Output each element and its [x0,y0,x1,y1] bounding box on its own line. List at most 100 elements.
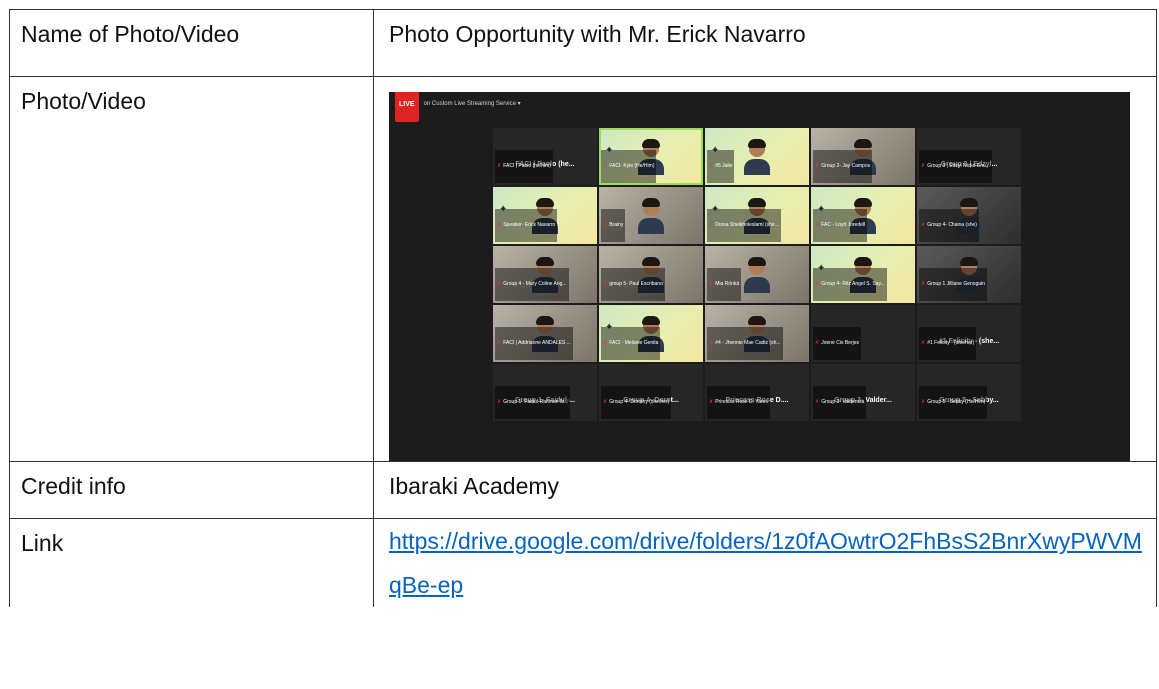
participant-video [638,198,664,234]
muted-mic-icon: ✗ [603,281,608,287]
participant-tile: ✦ ✗ FAC - Loyd Joredell [811,187,915,244]
participant-name: group 5- Paul Escribano [609,281,663,287]
participant-caption: ✗ Mia Rönkä [707,268,742,301]
participant-tile: ✗ Group 2- Jay Campos [811,128,915,185]
stream-text: on Custom Live Streaming Service ▾ [423,100,521,107]
participant-caption: ✗ #1 Felicity - (she/her) [919,327,977,360]
muted-mic-icon: ✗ [815,163,820,169]
participant-tile: ✦ ✗ FACI - Melanie Genita [599,305,703,362]
muted-mic-icon: ✗ [603,340,608,346]
participant-name: Group 4- Ritz Angel S. Say... [821,281,885,287]
participant-name: Princess Rose D. Yares [715,399,768,405]
muted-mic-icon: ✗ [497,281,502,287]
participant-caption: ✗ FACI | Addrianne ANDALES ... [495,327,573,360]
participant-tile: ✗ group 5- Paul Escribano [599,246,703,303]
muted-mic-icon: ✗ [921,340,926,346]
participant-caption: ✗ Group 4- Ritz Angel S. Say... [813,268,887,301]
participant-caption: ✗ #5 Jaile [707,150,735,183]
participant-caption: ✗ Group 4- Dorothy (she/her) [601,386,672,419]
video-call-screenshot: LIVE on Custom Live Streaming Service ▾ … [389,92,1130,461]
participant-name: FACI | Paolo (he/him) [503,163,551,169]
participant-name: Group 4- Chaina (she) [927,222,977,228]
row-credit: Credit info Ibaraki Academy [9,461,1157,519]
muted-mic-icon: ✗ [921,222,926,228]
participant-tile: #1 Felicity - (she... ✗ #1 Felicity - (she… [917,305,1021,362]
muted-mic-icon: ✗ [497,399,502,405]
value-link: https://drive.google.com/drive/folders/1… [373,518,1157,607]
participant-grid: FACI | Paolo (he... ✗ FACI | Paolo (he/him… [493,128,1021,421]
participant-tile: Group 4- Dorot... ✗ Group 4- Dorothy (she/… [599,364,703,421]
muted-mic-icon: ✗ [921,399,926,405]
participant-name: Group 3- Valderosa [821,399,865,405]
participant-name: #1 Felicity - (she/her) [927,340,975,346]
participant-caption: ✗ FACI - Melanie Genita [601,327,661,360]
label-link: Link [9,518,374,607]
participant-name: FACI | Addrianne ANDALES ... [503,340,571,346]
muted-mic-icon: ✗ [709,340,714,346]
participant-caption: ✗ Group 3- Valderosa [813,386,867,419]
participant-tile: ✦ ✗ #5 Jaile [705,128,809,185]
participant-caption: ✗ Group 5 - Sebby (He/Him) [919,386,988,419]
participant-caption: ✗ Speaker- Erick Navarro [495,209,558,242]
participant-name: Dorsa Sheikholeslami (she... [715,222,779,228]
participant-name: FACI - Melanie Genita [609,340,659,346]
value-name: Photo Opportunity with Mr. Erick Navarro [373,9,1157,77]
participant-name: Group 4 - Mary Coline Ang... [503,281,567,287]
label-photo: Photo/Video [9,76,374,462]
participant-name: Group 3 | Edzyl Nicko Enu... [927,163,990,169]
participant-caption: ✗ Joene Cis Berjes [813,327,861,360]
participant-name: Group 1- Faidul-Rahman Ib... [503,399,569,405]
participant-name: Group 2- Jay Campos [821,163,871,169]
participant-name: Mia Rönkä [715,281,740,287]
participant-caption: ✗ Princess Rose D. Yares [707,386,770,419]
participant-name: Group 5 - Sebby (He/Him) [927,399,986,405]
participant-tile: ✗ FACI | Addrianne ANDALES ... [493,305,597,362]
participant-name: Group 4- Dorothy (she/her) [609,399,670,405]
participant-name: Speaker- Erick Navarro [503,222,556,228]
participant-tile: ✗ Brainy [599,187,703,244]
participant-caption: ✗ FAC - Loyd Joredell [813,209,868,242]
participant-tile: Group 3 | Edzyl... ✗ Group 3 | Edzyl Nicko… [917,128,1021,185]
muted-mic-icon: ✗ [709,399,714,405]
participant-name: FAC - Loyd Joredell [821,222,866,228]
participant-caption: ✗ FACI- Kyle (He/Him) [601,150,657,183]
participant-caption: ✗ Group 1 Jilliane Genoguin [919,268,988,301]
participant-caption: ✗ Group 3 | Edzyl Nicko Enu... [919,150,992,183]
muted-mic-icon: ✗ [497,163,502,169]
muted-mic-icon: ✗ [815,222,820,228]
muted-mic-icon: ✗ [709,222,714,228]
participant-name: Group 1 Jilliane Genoguin [927,281,986,287]
muted-mic-icon: ✗ [921,281,926,287]
participant-tile: ✦ ✗ FACI- Kyle (He/Him) [599,128,703,185]
participant-tile: Group 1- Faidul-... ✗ Group 1- Faidul-Rahm… [493,364,597,421]
value-photo: LIVE on Custom Live Streaming Service ▾ … [373,76,1157,462]
participant-tile: Group 5 - Sebby... ✗ Group 5 - Sebby (He/H… [917,364,1021,421]
drive-link[interactable]: https://drive.google.com/drive/folders/1… [389,528,1142,598]
participant-tile: ✦ ✗ Dorsa Sheikholeslami (she... [705,187,809,244]
label-credit: Credit info [9,461,374,519]
participant-caption: ✗ Brainy [601,209,626,242]
value-credit: Ibaraki Academy [373,461,1157,519]
participant-video [744,257,770,293]
participant-caption: ✗ Group 2- Jay Campos [813,150,873,183]
participant-tile: FACI | Paolo (he... ✗ FACI | Paolo (he/him… [493,128,597,185]
muted-mic-icon: ✗ [497,340,502,346]
participant-tile: ✗ Mia Rönkä [705,246,809,303]
participant-video [744,139,770,175]
row-name: Name of Photo/Video Photo Opportunity wi… [9,9,1157,77]
muted-mic-icon: ✗ [603,399,608,405]
live-badge: LIVE [395,92,419,122]
muted-mic-icon: ✗ [815,399,820,405]
participant-tile: Princess Rose D.... ✗ Princess Rose D. Yar… [705,364,809,421]
participant-tile: ✦ ✗ Speaker- Erick Navarro [493,187,597,244]
participant-tile: ✗ Group 4 - Mary Coline Ang... [493,246,597,303]
participant-tile: ✗ Joene Cis Berjes [811,305,915,362]
participant-tile: ✗ Group 4- Chaina (she) [917,187,1021,244]
participant-name: FACI- Kyle (He/Him) [609,163,655,169]
muted-mic-icon: ✗ [603,222,608,228]
muted-mic-icon: ✗ [709,281,714,287]
participant-caption: ✗ Group 1- Faidul-Rahman Ib... [495,386,571,419]
participant-caption: ✗ #4 - Jhennie Mae Cadiz (sh... [707,327,783,360]
participant-name: #5 Jaile [715,163,733,169]
muted-mic-icon: ✗ [921,163,926,169]
